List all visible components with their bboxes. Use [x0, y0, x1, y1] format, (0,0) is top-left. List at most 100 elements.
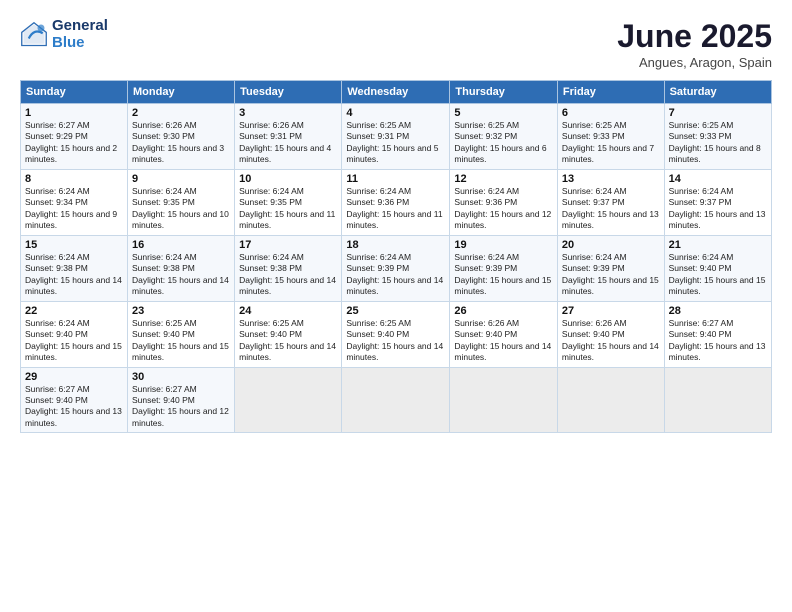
calendar-cell: 9Sunrise: 6:24 AMSunset: 9:35 PMDaylight… [128, 169, 235, 235]
day-number: 26 [454, 305, 553, 317]
logo: General Blue [20, 18, 108, 51]
day-number: 19 [454, 239, 553, 251]
calendar-cell: 27Sunrise: 6:26 AMSunset: 9:40 PMDayligh… [557, 301, 664, 367]
calendar-cell: 14Sunrise: 6:24 AMSunset: 9:37 PMDayligh… [664, 169, 771, 235]
cell-info: Sunrise: 6:27 AMSunset: 9:40 PMDaylight:… [25, 384, 123, 430]
day-number: 11 [346, 173, 445, 185]
title-block: June 2025 Angues, Aragon, Spain [617, 18, 772, 70]
cell-info: Sunrise: 6:25 AMSunset: 9:40 PMDaylight:… [239, 318, 337, 364]
weekday-header-thursday: Thursday [450, 81, 558, 104]
cell-info: Sunrise: 6:27 AMSunset: 9:29 PMDaylight:… [25, 120, 123, 166]
day-number: 30 [132, 371, 230, 383]
day-number: 25 [346, 305, 445, 317]
weekday-header-sunday: Sunday [21, 81, 128, 104]
page: General Blue June 2025 Angues, Aragon, S… [0, 0, 792, 612]
calendar-cell: 3Sunrise: 6:26 AMSunset: 9:31 PMDaylight… [235, 104, 342, 170]
calendar-cell: 21Sunrise: 6:24 AMSunset: 9:40 PMDayligh… [664, 235, 771, 301]
cell-info: Sunrise: 6:24 AMSunset: 9:37 PMDaylight:… [669, 186, 767, 232]
location: Angues, Aragon, Spain [617, 55, 772, 70]
cell-info: Sunrise: 6:24 AMSunset: 9:38 PMDaylight:… [25, 252, 123, 298]
weekday-header-wednesday: Wednesday [342, 81, 450, 104]
calendar-cell: 30Sunrise: 6:27 AMSunset: 9:40 PMDayligh… [128, 367, 235, 433]
calendar-cell [557, 367, 664, 433]
calendar-cell: 11Sunrise: 6:24 AMSunset: 9:36 PMDayligh… [342, 169, 450, 235]
cell-info: Sunrise: 6:27 AMSunset: 9:40 PMDaylight:… [132, 384, 230, 430]
logo-icon [20, 21, 48, 49]
calendar-cell: 5Sunrise: 6:25 AMSunset: 9:32 PMDaylight… [450, 104, 558, 170]
day-number: 21 [669, 239, 767, 251]
day-number: 17 [239, 239, 337, 251]
calendar-table: SundayMondayTuesdayWednesdayThursdayFrid… [20, 80, 772, 433]
day-number: 10 [239, 173, 337, 185]
calendar-cell: 20Sunrise: 6:24 AMSunset: 9:39 PMDayligh… [557, 235, 664, 301]
calendar-week-1: 1Sunrise: 6:27 AMSunset: 9:29 PMDaylight… [21, 104, 772, 170]
calendar-cell: 17Sunrise: 6:24 AMSunset: 9:38 PMDayligh… [235, 235, 342, 301]
calendar-cell: 8Sunrise: 6:24 AMSunset: 9:34 PMDaylight… [21, 169, 128, 235]
day-number: 22 [25, 305, 123, 317]
calendar-week-5: 29Sunrise: 6:27 AMSunset: 9:40 PMDayligh… [21, 367, 772, 433]
day-number: 8 [25, 173, 123, 185]
cell-info: Sunrise: 6:26 AMSunset: 9:40 PMDaylight:… [562, 318, 660, 364]
day-number: 12 [454, 173, 553, 185]
calendar-cell: 25Sunrise: 6:25 AMSunset: 9:40 PMDayligh… [342, 301, 450, 367]
cell-info: Sunrise: 6:25 AMSunset: 9:31 PMDaylight:… [346, 120, 445, 166]
weekday-header-friday: Friday [557, 81, 664, 104]
day-number: 2 [132, 107, 230, 119]
calendar-cell: 16Sunrise: 6:24 AMSunset: 9:38 PMDayligh… [128, 235, 235, 301]
calendar-cell: 28Sunrise: 6:27 AMSunset: 9:40 PMDayligh… [664, 301, 771, 367]
calendar-cell: 2Sunrise: 6:26 AMSunset: 9:30 PMDaylight… [128, 104, 235, 170]
calendar-cell: 12Sunrise: 6:24 AMSunset: 9:36 PMDayligh… [450, 169, 558, 235]
calendar-cell: 10Sunrise: 6:24 AMSunset: 9:35 PMDayligh… [235, 169, 342, 235]
cell-info: Sunrise: 6:26 AMSunset: 9:30 PMDaylight:… [132, 120, 230, 166]
calendar-cell [664, 367, 771, 433]
calendar-week-3: 15Sunrise: 6:24 AMSunset: 9:38 PMDayligh… [21, 235, 772, 301]
logo-text: General Blue [52, 18, 108, 51]
weekday-header-tuesday: Tuesday [235, 81, 342, 104]
calendar-cell: 24Sunrise: 6:25 AMSunset: 9:40 PMDayligh… [235, 301, 342, 367]
day-number: 14 [669, 173, 767, 185]
cell-info: Sunrise: 6:24 AMSunset: 9:35 PMDaylight:… [132, 186, 230, 232]
calendar-cell: 1Sunrise: 6:27 AMSunset: 9:29 PMDaylight… [21, 104, 128, 170]
calendar-cell: 29Sunrise: 6:27 AMSunset: 9:40 PMDayligh… [21, 367, 128, 433]
day-number: 15 [25, 239, 123, 251]
day-number: 29 [25, 371, 123, 383]
calendar-cell [450, 367, 558, 433]
cell-info: Sunrise: 6:27 AMSunset: 9:40 PMDaylight:… [669, 318, 767, 364]
calendar-cell: 22Sunrise: 6:24 AMSunset: 9:40 PMDayligh… [21, 301, 128, 367]
calendar-cell: 7Sunrise: 6:25 AMSunset: 9:33 PMDaylight… [664, 104, 771, 170]
day-number: 1 [25, 107, 123, 119]
cell-info: Sunrise: 6:24 AMSunset: 9:39 PMDaylight:… [562, 252, 660, 298]
calendar-cell: 6Sunrise: 6:25 AMSunset: 9:33 PMDaylight… [557, 104, 664, 170]
calendar-cell: 23Sunrise: 6:25 AMSunset: 9:40 PMDayligh… [128, 301, 235, 367]
cell-info: Sunrise: 6:24 AMSunset: 9:35 PMDaylight:… [239, 186, 337, 232]
cell-info: Sunrise: 6:24 AMSunset: 9:37 PMDaylight:… [562, 186, 660, 232]
day-number: 13 [562, 173, 660, 185]
calendar-cell: 19Sunrise: 6:24 AMSunset: 9:39 PMDayligh… [450, 235, 558, 301]
header: General Blue June 2025 Angues, Aragon, S… [20, 18, 772, 70]
cell-info: Sunrise: 6:24 AMSunset: 9:40 PMDaylight:… [669, 252, 767, 298]
cell-info: Sunrise: 6:24 AMSunset: 9:38 PMDaylight:… [239, 252, 337, 298]
cell-info: Sunrise: 6:24 AMSunset: 9:39 PMDaylight:… [454, 252, 553, 298]
weekday-header-monday: Monday [128, 81, 235, 104]
calendar-cell [235, 367, 342, 433]
day-number: 4 [346, 107, 445, 119]
day-number: 6 [562, 107, 660, 119]
calendar-week-2: 8Sunrise: 6:24 AMSunset: 9:34 PMDaylight… [21, 169, 772, 235]
day-number: 3 [239, 107, 337, 119]
calendar-cell: 18Sunrise: 6:24 AMSunset: 9:39 PMDayligh… [342, 235, 450, 301]
cell-info: Sunrise: 6:24 AMSunset: 9:36 PMDaylight:… [454, 186, 553, 232]
day-number: 28 [669, 305, 767, 317]
cell-info: Sunrise: 6:24 AMSunset: 9:38 PMDaylight:… [132, 252, 230, 298]
weekday-header-saturday: Saturday [664, 81, 771, 104]
day-number: 24 [239, 305, 337, 317]
day-number: 7 [669, 107, 767, 119]
day-number: 9 [132, 173, 230, 185]
cell-info: Sunrise: 6:25 AMSunset: 9:40 PMDaylight:… [346, 318, 445, 364]
calendar-cell [342, 367, 450, 433]
cell-info: Sunrise: 6:25 AMSunset: 9:40 PMDaylight:… [132, 318, 230, 364]
month-title: June 2025 [617, 18, 772, 55]
day-number: 18 [346, 239, 445, 251]
day-number: 16 [132, 239, 230, 251]
day-number: 20 [562, 239, 660, 251]
cell-info: Sunrise: 6:24 AMSunset: 9:34 PMDaylight:… [25, 186, 123, 232]
